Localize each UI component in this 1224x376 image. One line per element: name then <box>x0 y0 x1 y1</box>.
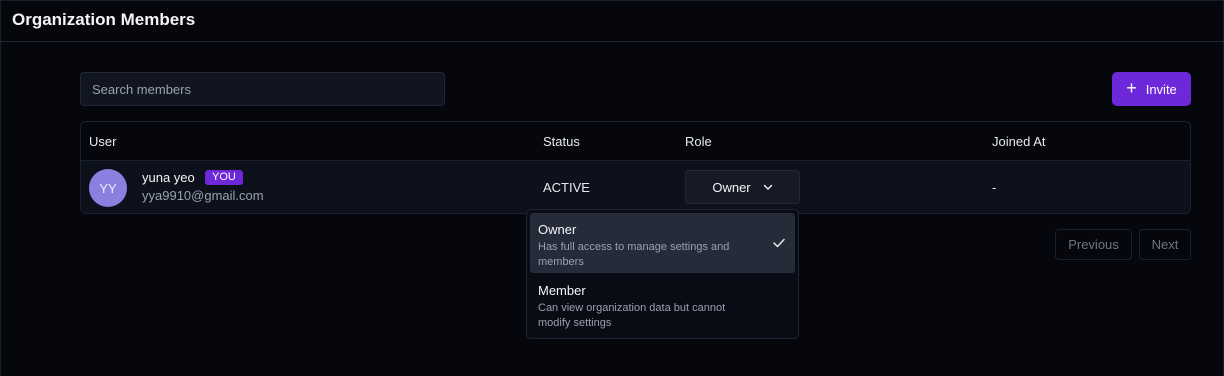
role-select-value: Owner <box>712 179 751 195</box>
role-dropdown-menu: Owner Has full access to manage settings… <box>526 209 799 339</box>
member-name: yuna yeo <box>142 170 195 185</box>
invite-button-label: Invite <box>1145 81 1177 97</box>
page-header: Organization Members <box>0 0 1224 42</box>
column-header-joined-at: Joined At <box>992 134 1046 149</box>
role-select[interactable]: Owner <box>685 170 800 204</box>
role-option-member[interactable]: Member Can view organization data but ca… <box>530 274 795 334</box>
status-text: ACTIVE <box>543 180 590 195</box>
page-title: Organization Members <box>12 10 196 29</box>
role-option-description: Can view organization data but cannot mo… <box>538 302 726 329</box>
role-option-owner[interactable]: Owner Has full access to manage settings… <box>530 213 795 273</box>
chevron-down-icon <box>763 184 772 190</box>
column-header-role: Role <box>685 134 712 149</box>
next-button[interactable]: Next <box>1139 229 1191 260</box>
column-header-user: User <box>89 134 117 149</box>
table-header: User Status Role Joined At <box>81 122 1190 161</box>
check-icon <box>773 238 785 248</box>
role-option-title: Owner <box>538 222 577 237</box>
member-email: yya9910@gmail.com <box>142 188 264 203</box>
column-header-status: Status <box>543 134 580 149</box>
joined-at: - <box>992 180 997 195</box>
previous-button[interactable]: Previous <box>1055 229 1132 260</box>
role-option-title: Member <box>538 283 586 298</box>
search-input[interactable] <box>80 72 445 106</box>
role-option-description: Has full access to manage settings and m… <box>538 241 730 268</box>
members-table: User Status Role Joined At YY yuna yeo Y… <box>80 121 1191 214</box>
plus-icon: + <box>1126 78 1137 98</box>
you-badge: YOU <box>205 170 243 185</box>
table-row: YY yuna yeo YOU yya9910@gmail.com ACTIVE… <box>81 161 1190 213</box>
invite-button[interactable]: + Invite <box>1112 72 1191 106</box>
avatar: YY <box>89 169 127 207</box>
